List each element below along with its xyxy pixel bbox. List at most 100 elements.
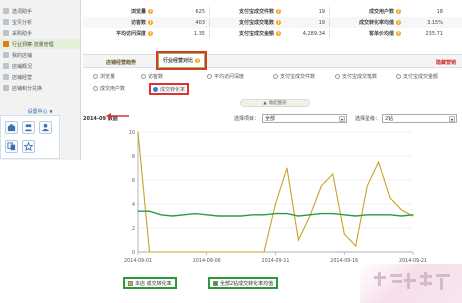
help-icon[interactable]: ? (148, 20, 153, 25)
radio-icon (335, 74, 340, 79)
sidebar-item-shop-points[interactable]: 店铺积分兑换 (0, 83, 80, 93)
data-point (217, 215, 219, 217)
user-tool-button[interactable] (39, 121, 52, 134)
metric-option[interactable]: 支付宝成交笔数 (335, 72, 377, 81)
metric-option[interactable]: 支付宝成交金额 (396, 72, 438, 81)
level-select-value: 2钻 (385, 116, 394, 122)
y-tick-label: 0 (132, 250, 135, 256)
data-point (401, 209, 403, 211)
chevron-down-icon: ▾ (339, 116, 345, 122)
chevron-down-icon: ▾ (449, 116, 455, 122)
radio-icon (141, 74, 146, 79)
sidebar-item-keyword-helper[interactable]: 选词助手 (0, 6, 80, 16)
help-icon[interactable]: ? (148, 9, 153, 14)
sidebar-item-shop-operation[interactable]: 店铺经营 (0, 72, 80, 82)
stat-value: 3.15% (427, 19, 443, 26)
points-icon (3, 85, 9, 91)
data-point (343, 233, 345, 235)
tab-industry-compare[interactable]: 行业经营对比 ? (155, 51, 208, 70)
radio-icon (207, 74, 212, 79)
data-point (320, 213, 322, 215)
data-point (297, 239, 299, 241)
help-icon[interactable]: ? (396, 20, 401, 25)
stat-label: 客单价均值? (368, 31, 401, 37)
sidebar-item-label: 店铺概况 (12, 63, 33, 70)
sidebar-item-label: 店铺积分兑换 (12, 85, 43, 92)
help-icon[interactable]: ? (148, 31, 153, 36)
legend-swatch (128, 280, 133, 286)
users-tool-button[interactable] (22, 121, 35, 134)
data-point (160, 214, 162, 216)
data-point (332, 213, 334, 215)
data-point (366, 185, 368, 187)
level-select[interactable]: 2钻 ▾ (382, 114, 457, 123)
collapse-label: 收起图形 (268, 101, 287, 106)
chevron-down-icon: ▼ (49, 108, 53, 114)
data-point (206, 214, 208, 216)
data-point (412, 214, 414, 216)
stats-row: 平均访问深度? 1.35 支付宝成交金额? 4,289.34 客单价均值? 23… (83, 28, 462, 39)
sidebar-item-label: 我的店铺 (12, 52, 33, 59)
divider (209, 7, 210, 16)
project-select[interactable]: 全部 ▾ (262, 114, 347, 123)
overview-icon (3, 63, 9, 69)
sidebar-item-my-shop[interactable]: 我的店铺 (0, 50, 80, 60)
hide-marketing-link[interactable]: 隐藏营销 (436, 57, 456, 67)
data-point (366, 214, 368, 216)
help-icon[interactable]: ? (276, 31, 281, 36)
metric-option[interactable]: 平均访问深度 (207, 72, 244, 81)
level-select-label: 选择星级： (355, 116, 381, 122)
y-tick-label: 6 (132, 178, 135, 184)
stat-label: 浏览量? (130, 9, 153, 15)
metric-options-row: 浏览量 访客数 平均访问深度 支付宝成交件数 支付宝成交笔数 支付宝成交金额 (83, 72, 462, 81)
operation-icon (3, 74, 9, 80)
sidebar-item-industry-insight[interactable]: 行业洞察·流量管理 (0, 39, 80, 49)
data-point (160, 251, 162, 253)
legend-all-conversion[interactable]: 全部2钻成交转化率均值 (208, 277, 279, 289)
star-tool-button[interactable] (22, 140, 35, 153)
chevron-up-icon: ▲ (263, 100, 267, 106)
sidebar-item-label: 店铺经营 (12, 74, 33, 81)
data-point (343, 214, 345, 216)
y-tick-label: 2 (132, 226, 135, 232)
copy-tool-button[interactable] (5, 140, 18, 153)
help-icon[interactable]: ? (276, 9, 281, 14)
y-tick-label: 8 (132, 154, 135, 160)
help-icon[interactable]: ? (396, 31, 401, 36)
metric-option[interactable]: 访客数 (141, 72, 163, 81)
metric-option[interactable]: 成交用户数 (93, 84, 125, 93)
sidebar-item-purchase-helper[interactable]: 采购助手 (0, 28, 80, 38)
data-point (171, 251, 173, 253)
sidebar-item-item-analysis[interactable]: 宝贝分析 (0, 17, 80, 27)
stat-label: 成交用户数? (368, 9, 401, 15)
metric-option[interactable]: 支付宝成交件数 (273, 72, 315, 81)
help-icon[interactable]: ? (195, 58, 201, 63)
help-icon[interactable]: ? (276, 20, 281, 25)
sidebar-item-label: 采购助手 (12, 30, 33, 37)
x-tick-label: 2014-09-06 (193, 258, 221, 264)
data-point (286, 213, 288, 215)
metric-option[interactable]: 浏览量 (93, 72, 115, 81)
data-point (240, 251, 242, 253)
data-point (320, 185, 322, 187)
metric-option-conversion-rate[interactable]: 成交转化率 (149, 83, 190, 95)
stat-value: 4,289.34 (302, 30, 325, 37)
data-point (309, 214, 311, 216)
sidebar-item-shop-overview[interactable]: 店铺概况 (0, 61, 80, 71)
y-tick-label: 10 (129, 130, 135, 136)
metric-options-row: 成交用户数 成交转化率 (83, 83, 462, 95)
keyword-icon (3, 8, 9, 14)
tab-shop-trend[interactable]: 店铺经营趋势 (103, 57, 139, 67)
project-select-value: 全部 (265, 116, 276, 122)
legend-shop-conversion[interactable]: 本店 成交转化率 (123, 277, 177, 289)
help-icon[interactable]: ? (396, 9, 401, 14)
shop-tool-button[interactable] (5, 121, 18, 134)
y-tick-label: 4 (132, 202, 135, 208)
data-point (194, 213, 196, 215)
stats-row: 访客数? 403 支付宝成交笔数? 19 成交转化率均值? 3.15% (83, 17, 462, 28)
radio-icon (153, 86, 158, 92)
collapse-chart-button[interactable]: ▲ 收起图形 (240, 99, 310, 107)
radio-icon (396, 74, 401, 79)
conversion-line-chart: 0 2 4 6 8 10 2014-09-01 2014-09-06 2014-09-11 201… (124, 130, 427, 264)
users-icon (24, 124, 33, 132)
